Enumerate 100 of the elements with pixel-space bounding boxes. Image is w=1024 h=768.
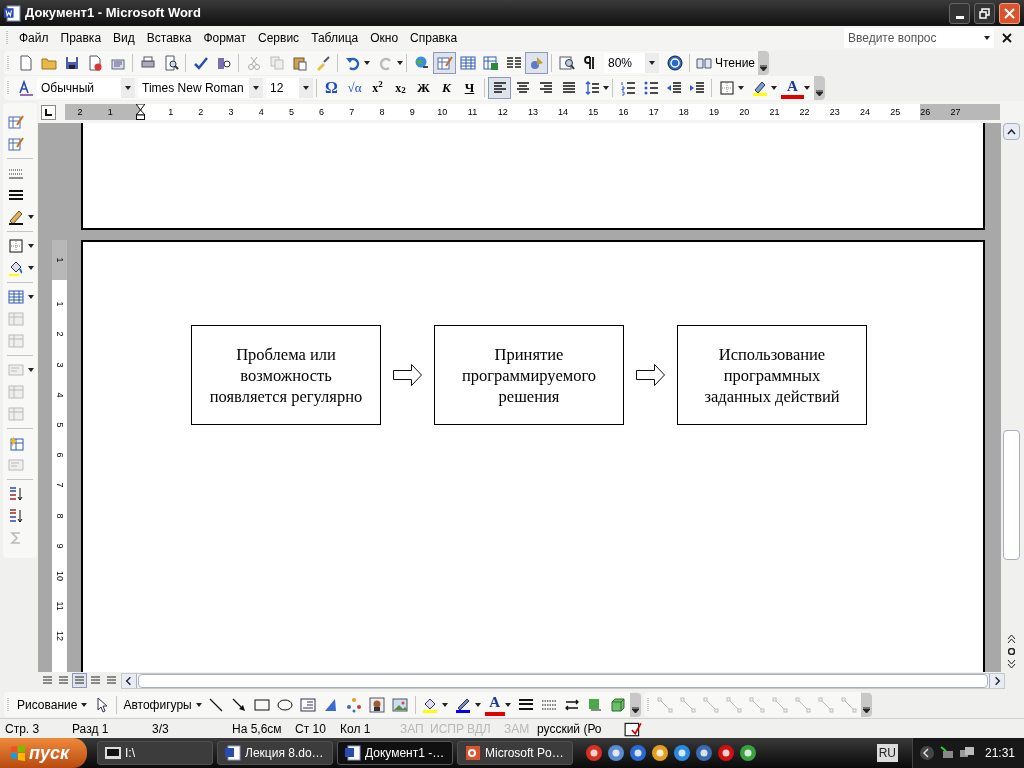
permission-icon[interactable] <box>86 54 103 71</box>
clip-art-icon[interactable] <box>369 696 386 713</box>
border-color-icon[interactable] <box>8 209 24 225</box>
arrow-icon[interactable] <box>231 696 248 713</box>
draw-table-icon[interactable] <box>8 114 24 130</box>
shadow-icon[interactable] <box>587 696 604 713</box>
cell-alignment-icon[interactable] <box>8 362 24 378</box>
previous-page-icon[interactable] <box>1007 635 1016 644</box>
help-icon[interactable] <box>666 54 683 71</box>
format-button[interactable]: К <box>435 77 458 99</box>
line-style-icon[interactable] <box>518 696 535 713</box>
toolbar-grip-icon[interactable] <box>7 54 10 71</box>
style-combo[interactable]: Обычный <box>37 78 135 98</box>
tables-borders-icon[interactable] <box>436 54 453 71</box>
tab-selector-button[interactable] <box>41 104 56 120</box>
save-icon[interactable] <box>63 54 80 71</box>
caret-icon[interactable] <box>804 86 810 90</box>
menu-item[interactable]: Вид <box>107 29 141 47</box>
reading-view-icon[interactable] <box>105 674 118 687</box>
sort-ascending-icon[interactable] <box>8 486 24 502</box>
format-button[interactable]: Ч <box>458 77 481 99</box>
taskbar-button[interactable]: Microsoft Po… <box>457 741 573 765</box>
new-document-icon[interactable] <box>17 54 34 71</box>
toolbar-grip-icon[interactable] <box>7 80 10 96</box>
format-button[interactable]: x$^{2}$ <box>366 77 389 99</box>
caret-icon[interactable] <box>253 86 259 90</box>
align-right-icon[interactable] <box>537 80 554 96</box>
format-button[interactable]: √α <box>343 77 366 99</box>
menu-item[interactable]: Правка <box>54 29 108 47</box>
line-spacing-icon[interactable] <box>583 80 600 96</box>
close-icon[interactable] <box>1002 33 1012 43</box>
format-button[interactable]: Ω <box>320 77 343 99</box>
line-icon[interactable] <box>208 696 225 713</box>
safely-remove-icon[interactable] <box>939 745 955 761</box>
oval-icon[interactable] <box>277 696 294 713</box>
bulleted-list-icon[interactable] <box>642 80 659 96</box>
horizontal-scrollbar[interactable] <box>121 672 1005 689</box>
indent-marker-icon[interactable] <box>135 104 145 120</box>
normal-view-icon[interactable] <box>41 674 54 687</box>
caret-icon[interactable] <box>441 702 448 707</box>
language-indicator[interactable]: RU <box>876 744 898 762</box>
help-question-field[interactable]: Введите вопрос <box>844 28 994 48</box>
caret-icon[interactable] <box>649 60 655 65</box>
caret-icon[interactable] <box>603 86 609 90</box>
caret-icon[interactable] <box>28 215 34 219</box>
taskbar-button[interactable]: I:\ <box>97 741 213 765</box>
eraser-icon[interactable] <box>8 136 24 152</box>
3d-style-icon[interactable] <box>610 696 627 713</box>
merge-cells-icon[interactable] <box>8 311 24 327</box>
numbered-list-icon[interactable] <box>619 80 636 96</box>
menu-item[interactable]: Сервис <box>252 29 306 47</box>
browse-object-icon[interactable] <box>1008 648 1015 655</box>
close-button[interactable] <box>999 2 1020 24</box>
insert-table-icon[interactable] <box>8 289 24 305</box>
font-combo[interactable]: Times New Roman <box>138 78 263 98</box>
caret-icon[interactable] <box>504 702 511 707</box>
insert-table-icon[interactable] <box>459 54 476 71</box>
zoom-combo[interactable]: 80% <box>604 52 659 73</box>
decrease-indent-icon[interactable] <box>665 80 682 96</box>
scroll-thumb[interactable] <box>1003 430 1020 560</box>
toolbar-options-button[interactable] <box>629 692 641 717</box>
next-page-icon[interactable] <box>1007 659 1016 668</box>
menu-item[interactable]: Формат <box>197 29 253 47</box>
sort-descending-icon[interactable] <box>8 508 24 524</box>
caret-icon[interactable] <box>771 86 777 90</box>
caret-icon[interactable] <box>474 702 481 707</box>
line-color-icon[interactable] <box>455 696 472 713</box>
caret-icon[interactable] <box>303 86 309 90</box>
align-left-icon[interactable] <box>491 80 508 96</box>
table-autoformat-icon[interactable] <box>8 435 24 451</box>
menu-item[interactable]: Таблица <box>305 29 365 47</box>
caret-icon[interactable] <box>28 244 34 248</box>
paste-icon[interactable] <box>291 54 308 71</box>
menu-item[interactable]: Окно <box>364 29 405 47</box>
caret-icon[interactable] <box>738 86 744 90</box>
vertical-ruler[interactable]: 1 1 2 3 4 5 6 7 8 9 10 11 12 <box>52 240 67 672</box>
hyperlink-icon[interactable] <box>413 54 430 71</box>
align-center-icon[interactable] <box>514 80 531 96</box>
split-cells-icon[interactable] <box>8 333 24 349</box>
caret-icon[interactable] <box>28 368 34 372</box>
reading-button[interactable]: Чтение <box>693 51 759 74</box>
toolbar-options-button[interactable] <box>758 50 770 75</box>
highlight-icon[interactable] <box>751 80 768 96</box>
font-size-combo[interactable]: 12 <box>266 78 313 98</box>
caret-icon[interactable] <box>28 295 34 299</box>
toolbar-grip-icon[interactable] <box>6 30 9 46</box>
start-button[interactable]: пуск <box>0 738 87 768</box>
menu-item[interactable]: Вставка <box>140 29 198 47</box>
print-preview-icon[interactable] <box>162 54 179 71</box>
border-icon[interactable] <box>8 238 24 254</box>
taskbar-button[interactable]: Лекция 8.do… <box>217 741 333 765</box>
fill-color-icon[interactable] <box>422 696 439 713</box>
horizontal-ruler[interactable]: 2 1 1 2 3 4 5 6 7 8 9 10 11 12 13 14 15 16 17 18 19 20 21 22 23 24 25 26 27 <box>65 104 1000 120</box>
taskbar-button[interactable]: Документ1 -… <box>337 741 453 765</box>
scroll-left-icon[interactable] <box>122 673 137 688</box>
menu-item[interactable]: Файл <box>13 29 55 47</box>
rectangle-icon[interactable] <box>254 696 271 713</box>
format-button[interactable]: Ж <box>412 77 435 99</box>
print-icon[interactable] <box>139 54 156 71</box>
toolbar-grip-icon[interactable] <box>7 696 10 713</box>
